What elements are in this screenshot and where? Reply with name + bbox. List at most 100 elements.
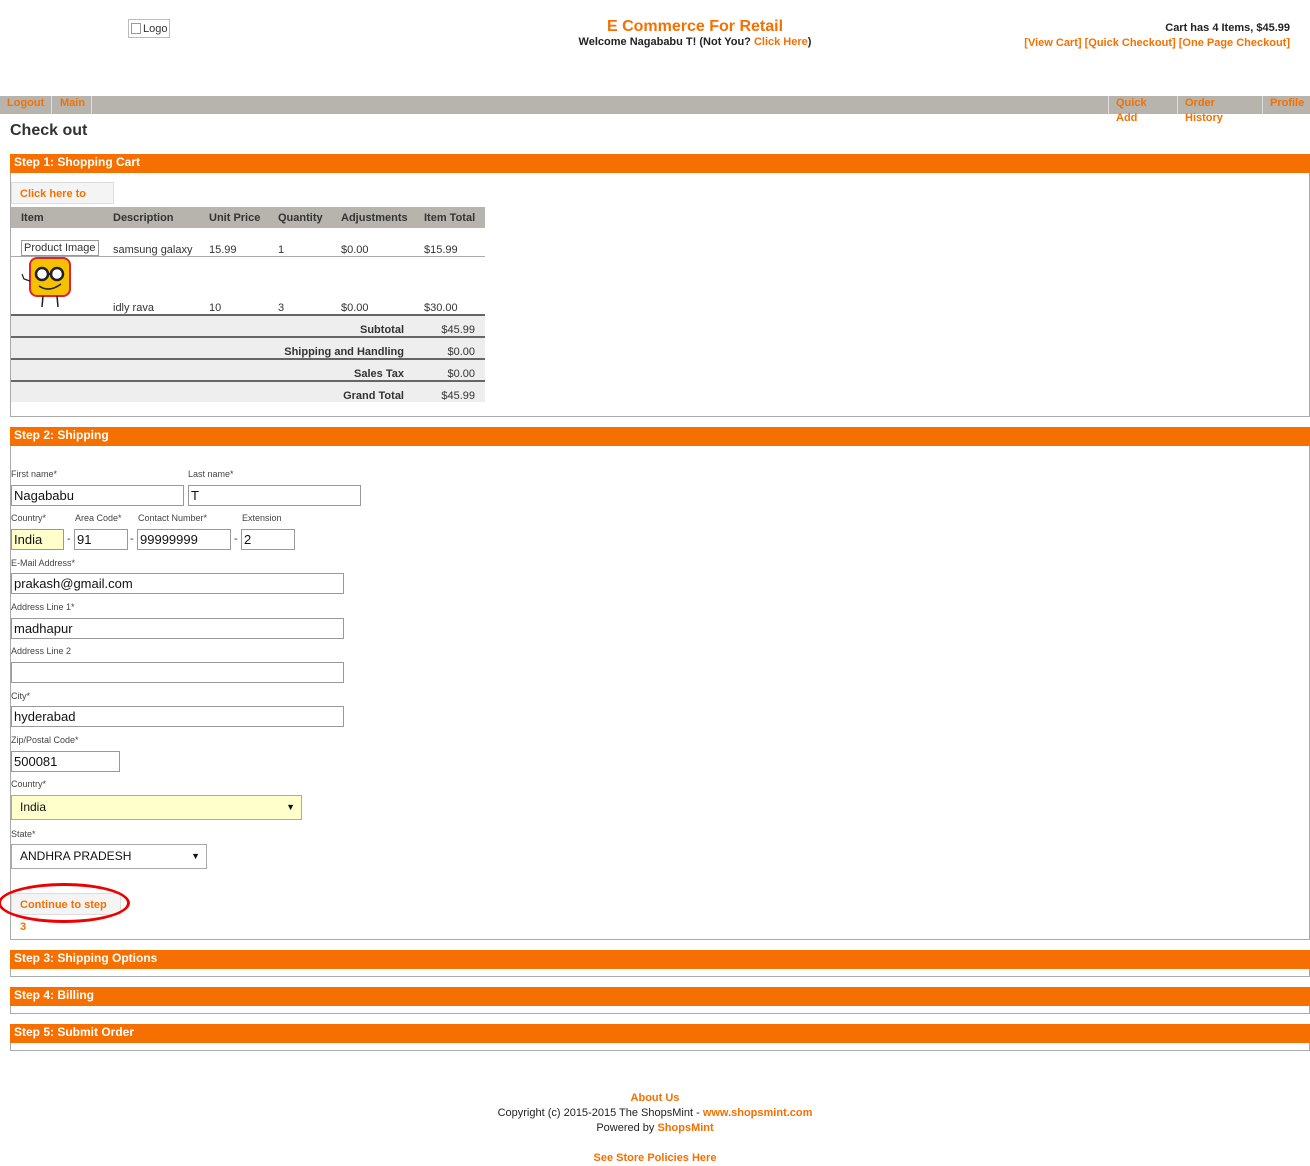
first-name-label: First name* [11, 469, 58, 479]
item-adjustments: $0.00 [331, 228, 414, 257]
product-image [21, 257, 71, 308]
grand-total-label: Grand Total [11, 380, 414, 402]
nav-profile[interactable]: Profile [1262, 96, 1310, 114]
item-adjustments: $0.00 [341, 302, 369, 314]
nav-quick-add[interactable]: Quick Add [1108, 96, 1176, 124]
city-field[interactable]: hyderabad [11, 706, 344, 727]
dash-separator: - [67, 533, 71, 545]
extension-field[interactable]: 2 [241, 529, 295, 550]
area-code-field[interactable]: 91 [74, 529, 128, 550]
item-description: samsung galaxy [103, 228, 199, 257]
step-3-header[interactable]: Step 3: Shipping Options [10, 950, 1310, 969]
item-unit-price: 10 [209, 302, 222, 314]
welcome-close: ) [807, 36, 812, 48]
last-name-field[interactable]: T [188, 485, 361, 506]
about-us-link[interactable]: About Us [631, 1092, 680, 1104]
cart-table: Item Description Unit Price Quantity Adj… [11, 207, 485, 402]
state-selected: ANDHRA PRADESH [20, 849, 132, 863]
grand-total-row: Grand Total $45.99 [11, 380, 485, 402]
cart-summary: Cart has 4 Items, $45.99 [1165, 22, 1290, 34]
contact-number-field[interactable]: 99999999 [137, 529, 231, 550]
item-quantity: 3 [278, 302, 285, 314]
powered-by-text: Powered by [596, 1122, 655, 1134]
view-cart-link[interactable]: [View Cart] [1024, 37, 1081, 49]
dropdown-arrow-icon: ▼ [286, 802, 295, 812]
last-name-label: Last name* [188, 469, 234, 479]
grand-total-value: $45.99 [414, 380, 485, 402]
shopsmint-link[interactable]: ShopsMint [657, 1122, 713, 1134]
table-row: idly rava 10 3 $0.00 $30.00 [11, 257, 485, 316]
table-row: Product Image samsung galaxy 15.99 1 $0.… [11, 228, 485, 257]
cart-links: [View Cart] [Quick Checkout] [One Page C… [1024, 36, 1290, 51]
item-unit-price: 15.99 [199, 228, 268, 257]
annotation-circle [0, 883, 130, 923]
step-shopping-cart: Step 1: Shopping Cart Click here to edit… [10, 154, 1310, 417]
product-image: Product Image [21, 240, 99, 256]
footer-copyright: Copyright (c) 2015-2015 The ShopsMint - … [0, 1107, 1310, 1119]
nav-logout[interactable]: Logout [0, 96, 52, 114]
dropdown-arrow-icon: ▼ [191, 851, 200, 861]
col-quantity: Quantity [268, 207, 331, 228]
address1-label: Address Line 1* [11, 602, 75, 612]
quick-checkout-link[interactable]: [Quick Checkout] [1085, 37, 1176, 49]
nav-main[interactable]: Main [53, 96, 92, 114]
copyright-text: Copyright (c) 2015-2015 The ShopsMint - [497, 1107, 700, 1119]
shopsmint-site-link[interactable]: www.shopsmint.com [703, 1107, 813, 1119]
subtotal-row: Subtotal $45.99 [11, 314, 485, 337]
col-adjustments: Adjustments [331, 207, 414, 228]
email-label: E-Mail Address* [11, 558, 76, 568]
step-1-header[interactable]: Step 1: Shopping Cart [10, 154, 1310, 173]
one-page-checkout-link[interactable]: [One Page Checkout] [1179, 37, 1290, 49]
edit-cart-button[interactable]: Click here to edit [11, 182, 114, 222]
subtotal-label: Subtotal [11, 314, 414, 337]
page-title: Check out [10, 122, 88, 139]
welcome-text: Welcome Nagababu T! (Not You? [578, 36, 751, 48]
footer-about: About Us [0, 1092, 1310, 1104]
extension-label: Extension [242, 513, 282, 523]
step-submit-order: Step 5: Submit Order [10, 1024, 1310, 1051]
not-you-link[interactable]: Click Here [754, 36, 808, 48]
footer-policies: See Store Policies Here [0, 1152, 1310, 1164]
contact-number-label: Contact Number* [138, 513, 208, 523]
address2-label: Address Line 2 [11, 646, 72, 656]
store-policies-link[interactable]: See Store Policies Here [594, 1152, 717, 1164]
col-unit-price: Unit Price [199, 207, 268, 228]
step-4-header[interactable]: Step 4: Billing [10, 987, 1310, 1006]
shipping-label: Shipping and Handling [11, 336, 414, 359]
cart-info: Cart has 4 Items, $45.99 [View Cart] [Qu… [1024, 21, 1290, 51]
dash-separator: - [234, 533, 238, 545]
cart-table-header: Item Description Unit Price Quantity Adj… [11, 207, 485, 228]
first-name-field[interactable]: Nagababu [11, 485, 184, 506]
sales-tax-value: $0.00 [414, 358, 485, 381]
city-label: City* [11, 691, 31, 701]
col-description: Description [103, 207, 199, 228]
phone-country-label: Country* [11, 513, 47, 523]
nav-order-history[interactable]: Order History [1177, 96, 1261, 124]
footer-powered-by: Powered by ShopsMint [0, 1122, 1310, 1134]
item-quantity: 1 [268, 228, 331, 257]
country-label: Country* [11, 779, 47, 789]
step-shipping-options: Step 3: Shipping Options [10, 950, 1310, 977]
state-select[interactable]: ANDHRA PRADESH ▼ [11, 844, 207, 869]
main-nav: Logout Main Quick Add Order History Prof… [0, 96, 1310, 124]
sales-tax-label: Sales Tax [11, 358, 414, 381]
zip-label: Zip/Postal Code* [11, 735, 79, 745]
step-2-header[interactable]: Step 2: Shipping [10, 427, 1310, 446]
country-select[interactable]: India ▼ [11, 795, 302, 820]
area-code-label: Area Code* [75, 513, 122, 523]
email-field[interactable]: prakash@gmail.com [11, 573, 344, 594]
step-5-header[interactable]: Step 5: Submit Order [10, 1024, 1310, 1043]
phone-country-field[interactable]: India [11, 529, 64, 550]
item-description: idly rava [113, 302, 154, 314]
item-total: $15.99 [414, 228, 485, 257]
step-billing: Step 4: Billing [10, 987, 1310, 1014]
col-item-total: Item Total [414, 207, 485, 228]
state-label: State* [11, 829, 36, 839]
address2-field[interactable] [11, 662, 344, 683]
shipping-row: Shipping and Handling $0.00 [11, 336, 485, 359]
zip-field[interactable]: 500081 [11, 751, 120, 772]
dash-separator: - [130, 533, 134, 545]
address1-field[interactable]: madhapur [11, 618, 344, 639]
subtotal-value: $45.99 [414, 314, 485, 337]
country-selected: India [20, 800, 47, 814]
